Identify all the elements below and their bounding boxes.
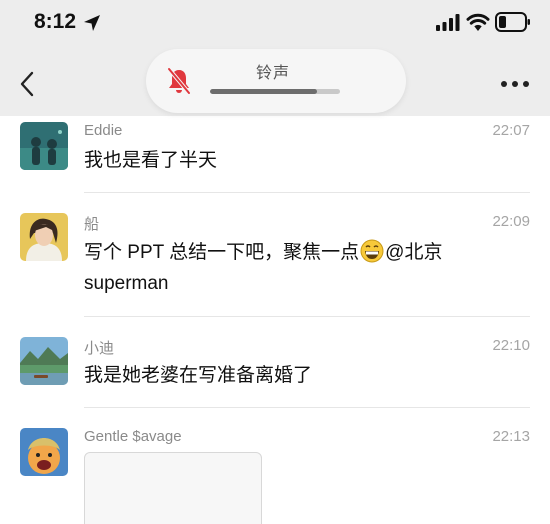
avatar[interactable] — [20, 122, 68, 170]
cellular-signal-icon — [436, 14, 460, 31]
status-time: 8:12 — [34, 10, 77, 33]
message-mention[interactable]: @北京 — [385, 242, 442, 263]
message-text-line2: superman — [84, 273, 169, 294]
message-divider — [84, 192, 530, 193]
avatar[interactable] — [20, 428, 68, 476]
ringer-volume-track[interactable] — [210, 89, 340, 94]
wifi-icon — [466, 13, 490, 31]
bell-muted-icon — [167, 67, 191, 95]
message-text: 写个 PPT 总结一下吧，聚焦一点 @北京 superman — [84, 237, 504, 299]
image-message-card[interactable] — [84, 452, 262, 524]
ringer-hud: 铃声 — [146, 49, 406, 113]
avatar[interactable] — [20, 337, 68, 385]
avatar-divers-image — [20, 122, 68, 170]
message-time: 22:07 — [492, 122, 530, 139]
location-arrow-icon — [84, 15, 100, 31]
message-text: 我是她老婆在写准备离婚了 — [84, 365, 313, 386]
more-dots-icon[interactable] — [500, 80, 530, 88]
message-time: 22:10 — [492, 337, 530, 354]
battery-low-icon — [495, 12, 530, 32]
message-divider — [84, 316, 530, 317]
message-text-part: 写个 PPT 总结一下吧，聚焦一点 — [84, 242, 360, 263]
message-text: 我也是看了半天 — [84, 150, 218, 171]
avatar-cartoon-image — [20, 428, 68, 476]
ringer-label: 铃声 — [256, 65, 291, 82]
message-divider — [84, 407, 530, 408]
message-sender: 小迪 — [84, 340, 115, 357]
message-sender: 船 — [84, 216, 100, 233]
avatar[interactable] — [20, 213, 68, 261]
avatar-portrait-image — [20, 213, 68, 261]
avatar-landscape-image — [20, 337, 68, 385]
chevron-left-icon[interactable] — [18, 70, 36, 98]
ringer-volume-fill — [210, 89, 317, 94]
message-time: 22:09 — [492, 213, 530, 230]
grinning-face-emoji — [360, 239, 384, 263]
message-sender: Eddie — [84, 122, 123, 139]
message-time: 22:13 — [492, 428, 530, 445]
message-sender: Gentle $avage — [84, 428, 182, 445]
